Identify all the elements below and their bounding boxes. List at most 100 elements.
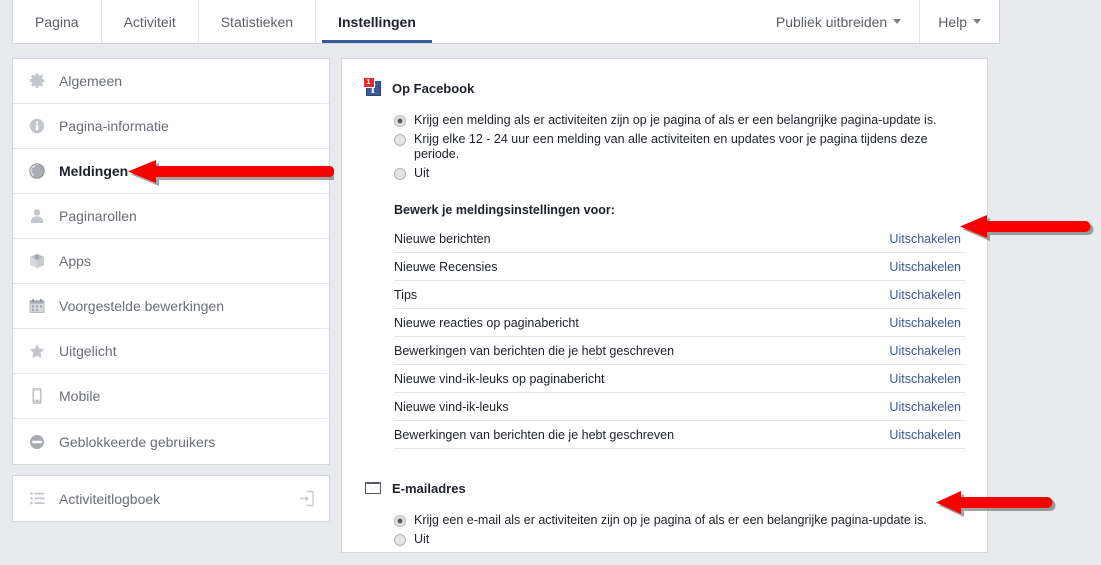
- turn-off-link[interactable]: Uitschakelen: [889, 260, 961, 274]
- sidebar-item-label: Geblokkeerde gebruikers: [59, 433, 216, 450]
- notification-setting-row: Nieuwe reacties op paginabericht Uitschak…: [394, 309, 965, 337]
- nav-menu-label: Publiek uitbreiden: [775, 13, 888, 30]
- envelope-icon: [364, 479, 382, 497]
- sidebar-activity-log-card: Activiteitlogboek: [12, 475, 330, 522]
- setting-name: Nieuwe vind-ik-leuks: [394, 399, 509, 414]
- turn-off-link[interactable]: Uitschakelen: [889, 232, 961, 246]
- sidebar-item-algemeen[interactable]: Algemeen: [13, 59, 329, 104]
- sidebar-item-label: Meldingen: [59, 163, 129, 179]
- section-title: E-mailadres: [392, 480, 466, 496]
- on-facebook-section: f1 Op Facebook Krijg een melding als er …: [362, 76, 965, 449]
- email-section: E-mailadres Krijg een e-mail als er acti…: [364, 479, 965, 547]
- sidebar-item-apps[interactable]: Apps: [13, 239, 329, 284]
- sidebar-item-label: Voorgestelde bewerkingen: [59, 298, 225, 314]
- notification-setting-row: Bewerkingen van berichten die je hebt ge…: [394, 337, 965, 365]
- sidebar-item-label: Activiteitlogboek: [59, 490, 161, 507]
- tab-activiteit[interactable]: Activiteit: [102, 0, 199, 43]
- setting-name: Bewerkingen van berichten die je hebt ge…: [394, 427, 675, 442]
- radio-label: Krijg een e-mail als er activiteiten zij…: [414, 513, 927, 527]
- sidebar-item-mobile[interactable]: Mobile: [13, 374, 329, 419]
- radio-button[interactable]: [394, 134, 406, 146]
- sidebar-item-pagina-informatie[interactable]: Pagina-informatie: [13, 104, 329, 149]
- turn-off-link[interactable]: Uitschakelen: [889, 344, 961, 358]
- setting-name: Bewerkingen van berichten die je hebt ge…: [394, 343, 675, 358]
- turn-off-link[interactable]: Uitschakelen: [889, 372, 961, 386]
- radio-label: Uit: [414, 532, 430, 546]
- facebook-notification-option-3[interactable]: Uit: [364, 166, 965, 181]
- tab-label: Pagina: [35, 13, 79, 30]
- radio-label: Krijg elke 12 - 24 uur een melding van a…: [414, 132, 928, 161]
- facebook-notification-option-1[interactable]: Krijg een melding als er activiteiten zi…: [364, 113, 965, 128]
- notification-setting-row: Nieuwe vind-ik-leuks Uitschakelen: [394, 393, 965, 421]
- top-navigation-bar: Pagina Activiteit Statistieken Instellingen…: [12, 0, 1000, 44]
- notification-badge: 1: [362, 76, 375, 88]
- facebook-notification-option-2[interactable]: Krijg elke 12 - 24 uur een melding van a…: [364, 132, 965, 162]
- top-nav-tabs: Pagina Activiteit Statistieken Instellingen: [13, 0, 438, 43]
- radio-label: Krijg een melding als er activiteiten zi…: [414, 113, 937, 127]
- sidebar-item-label: Uitgelicht: [59, 343, 117, 359]
- person-icon: [27, 206, 47, 226]
- facebook-icon: f1: [362, 76, 382, 97]
- email-notification-option-2[interactable]: Uit: [364, 532, 965, 547]
- settings-sidebar: Algemeen Pagina-informatie Meldingen Pagina…: [12, 58, 330, 522]
- radio-button[interactable]: [394, 515, 406, 527]
- tab-statistieken[interactable]: Statistieken: [199, 0, 317, 43]
- turn-off-link[interactable]: Uitschakelen: [889, 400, 961, 414]
- sidebar-main-card: Algemeen Pagina-informatie Meldingen Pagina…: [12, 58, 330, 465]
- notification-setting-row: Nieuwe vind-ik-leuks op paginabericht Uit…: [394, 365, 965, 393]
- email-notification-options: Krijg een e-mail als er activiteiten zij…: [364, 513, 965, 547]
- chevron-down-icon: [893, 19, 902, 24]
- sidebar-item-label: Pagina-informatie: [59, 118, 169, 134]
- sidebar-item-label: Paginarollen: [59, 208, 137, 224]
- email-notification-option-1[interactable]: Krijg een e-mail als er activiteiten zij…: [364, 513, 965, 528]
- sidebar-item-activiteitlogboek[interactable]: Activiteitlogboek: [13, 476, 329, 521]
- top-nav-right-menu: Publiek uitbreiden Help: [758, 0, 999, 43]
- sidebar-item-geblokkeerde-gebruikers[interactable]: Geblokkeerde gebruikers: [13, 419, 329, 464]
- setting-name: Nieuwe reacties op paginabericht: [394, 315, 579, 330]
- tab-instellingen[interactable]: Instellingen: [316, 0, 438, 43]
- notification-setting-row: Nieuwe berichten Uitschakelen: [394, 225, 965, 253]
- radio-button[interactable]: [394, 115, 406, 127]
- radio-label: Uit: [414, 166, 430, 180]
- turn-off-link[interactable]: Uitschakelen: [889, 428, 961, 442]
- tab-label: Activiteit: [123, 13, 176, 30]
- turn-off-link[interactable]: Uitschakelen: [889, 316, 961, 330]
- nav-menu-help[interactable]: Help: [919, 0, 999, 43]
- cube-icon: [27, 251, 47, 271]
- block-icon: [27, 432, 47, 452]
- notification-setting-row: Bewerkingen van berichten die je hebt ge…: [394, 421, 965, 449]
- chevron-down-icon: [973, 19, 981, 24]
- on-facebook-section-header: f1 Op Facebook: [362, 76, 965, 97]
- section-title: Op Facebook: [392, 80, 475, 96]
- sidebar-item-uitgelicht[interactable]: Uitgelicht: [13, 329, 329, 374]
- settings-main-panel: f1 Op Facebook Krijg een melding als er …: [341, 58, 988, 553]
- globe-icon: [27, 161, 47, 181]
- info-circle-icon: [27, 116, 47, 136]
- sidebar-item-meldingen[interactable]: Meldingen: [13, 149, 329, 194]
- sidebar-item-label: Apps: [59, 253, 91, 269]
- sidebar-item-label: Mobile: [59, 388, 101, 404]
- setting-name: Nieuwe Recensies: [394, 259, 498, 274]
- turn-off-link[interactable]: Uitschakelen: [889, 288, 961, 302]
- nav-menu-publiek-uitbreiden[interactable]: Publiek uitbreiden: [758, 0, 919, 43]
- radio-button[interactable]: [394, 168, 406, 180]
- calendar-icon: [27, 296, 47, 316]
- notification-settings-list: Nieuwe berichten Uitschakelen Nieuwe Recen…: [364, 225, 965, 449]
- setting-name: Tips: [394, 287, 418, 302]
- tab-label: Instellingen: [338, 13, 416, 30]
- email-section-header: E-mailadres: [364, 479, 965, 497]
- setting-name: Nieuwe berichten: [394, 231, 491, 246]
- enter-arrow-icon[interactable]: [298, 490, 315, 507]
- edit-settings-subheading: Bewerk je meldingsinstellingen voor:: [394, 203, 615, 217]
- tab-label: Statistieken: [220, 13, 294, 30]
- nav-menu-label: Help: [938, 13, 967, 30]
- notification-setting-row: Nieuwe Recensies Uitschakelen: [394, 253, 965, 281]
- sidebar-item-voorgestelde-bewerkingen[interactable]: Voorgestelde bewerkingen: [13, 284, 329, 329]
- mobile-icon: [27, 386, 47, 406]
- sidebar-item-paginarollen[interactable]: Paginarollen: [13, 194, 329, 239]
- list-icon: [27, 489, 47, 509]
- setting-name: Nieuwe vind-ik-leuks op paginabericht: [394, 371, 605, 386]
- radio-button[interactable]: [394, 534, 406, 546]
- tab-pagina[interactable]: Pagina: [13, 0, 102, 43]
- gear-icon: [27, 71, 47, 91]
